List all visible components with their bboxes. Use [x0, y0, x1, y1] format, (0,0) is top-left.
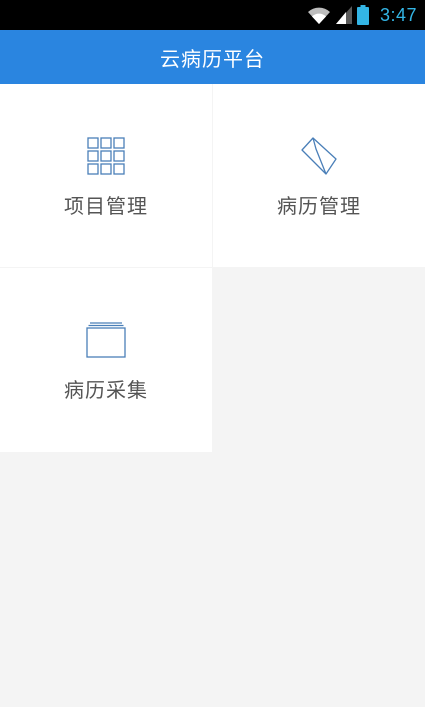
app-bar: 云病历平台: [0, 30, 425, 84]
menu-item-label: 病历管理: [277, 194, 361, 218]
wifi-icon: [307, 5, 331, 25]
status-clock: 3:47: [379, 4, 417, 25]
menu-item-label: 项目管理: [64, 194, 148, 218]
menu-item-record-collection[interactable]: 病历采集: [0, 268, 212, 452]
menu-item-label: 病历采集: [64, 378, 148, 402]
grid-icon: [87, 134, 125, 178]
card-stack-icon: [86, 318, 126, 362]
menu-item-project-management[interactable]: 项目管理: [0, 84, 212, 267]
signal-icon: [335, 6, 352, 24]
battery-icon: [356, 5, 369, 25]
menu-item-record-management[interactable]: 病历管理: [213, 84, 425, 267]
page-title: 云病历平台: [160, 46, 265, 71]
status-bar: 3:47: [0, 0, 425, 30]
folder-icon: [299, 134, 339, 178]
